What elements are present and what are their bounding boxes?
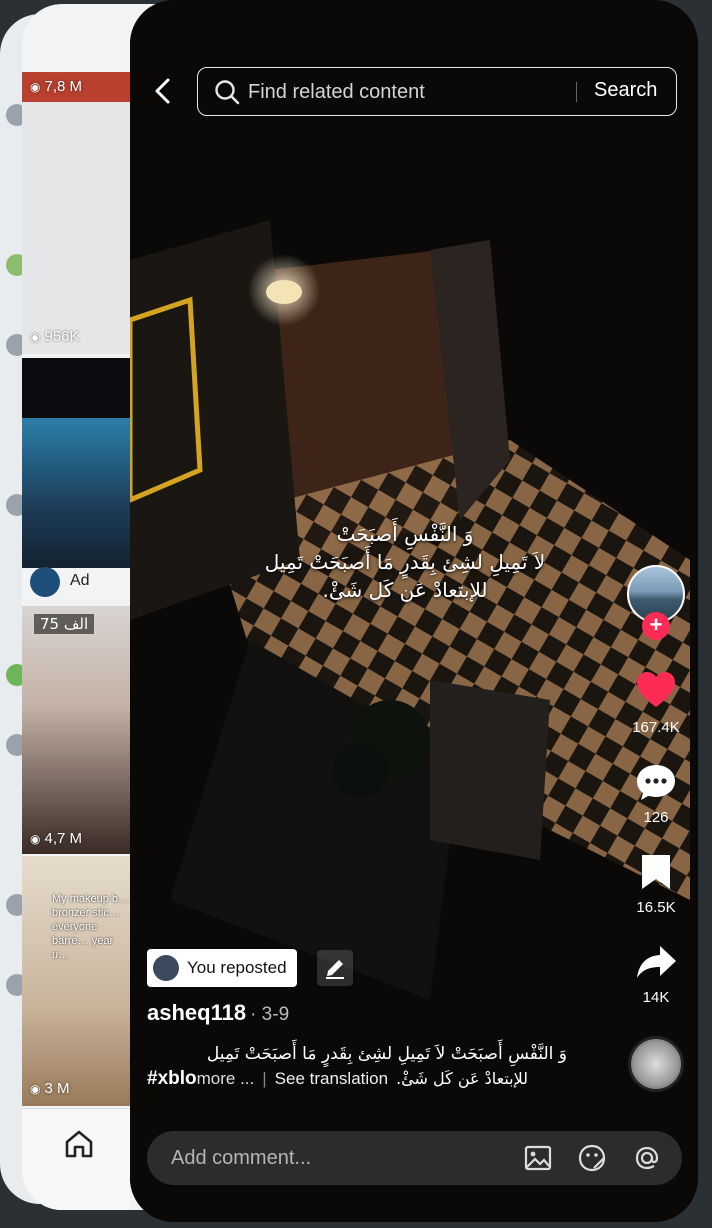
search-icon <box>215 80 240 105</box>
view-count: ◉ 3 M <box>30 1080 70 1097</box>
ad-tile[interactable]: Ad <box>22 358 130 604</box>
description-tail: للإبتعادْ عَن كَل شَئْ. <box>396 1069 529 1088</box>
more-link[interactable]: more ... <box>197 1069 255 1088</box>
eye-icon: ◉ <box>30 832 41 846</box>
repost-label: You reposted <box>187 958 287 977</box>
video-player-card[interactable]: Search وَ النَّفْسِ أَصبَحَتْ لاَ تَمِيل… <box>130 0 698 1222</box>
home-icon[interactable] <box>62 1127 96 1161</box>
ad-logo <box>30 567 60 597</box>
comment-button[interactable]: 126 <box>620 762 692 826</box>
comment-bar <box>147 1131 682 1185</box>
view-count: ◉ 956K <box>30 328 80 345</box>
ad-image <box>22 418 130 568</box>
eye-icon: ◉ <box>30 1082 41 1096</box>
share-icon <box>637 946 676 978</box>
repost-badge[interactable]: You reposted <box>147 949 297 987</box>
search-input[interactable] <box>248 79 568 105</box>
save-button[interactable]: 16.5K <box>620 852 692 916</box>
post-description: وَ النَّفْسِ أَصبَحَتْ لاَ تَمِيلِ لشِئ … <box>206 1044 567 1064</box>
like-button[interactable]: 167.4K <box>620 668 692 736</box>
follow-button[interactable]: + <box>642 612 670 640</box>
caption-line: للإبتعادْ عَن كَل شَئْ. <box>322 578 488 602</box>
heart-icon <box>637 672 675 707</box>
caption-line: لاَ تَمِيلِ لشِئ بِقَدرٍ مَا أَصبَحَتْ ت… <box>264 550 546 574</box>
separator: | <box>262 1069 267 1088</box>
image-icon[interactable] <box>523 1143 553 1173</box>
view-count: ◉ 4,7 M <box>30 830 82 847</box>
comment-input[interactable] <box>171 1144 501 1172</box>
view-count: ◉ 7,8 M <box>30 78 82 95</box>
author-line: asheq118 · 3-9 <box>147 1000 289 1026</box>
search-button[interactable]: Search <box>594 79 657 102</box>
pencil-icon <box>326 960 344 979</box>
comment-count: 126 <box>643 809 669 826</box>
share-button[interactable]: 14K <box>620 942 692 1006</box>
edit-repost-button[interactable] <box>317 950 353 986</box>
search-bar[interactable]: Search <box>197 67 677 116</box>
back-icon[interactable] <box>148 74 176 108</box>
share-count: 14K <box>642 989 670 1006</box>
ad-label: Ad <box>70 572 90 589</box>
eye-icon: ◉ <box>30 80 41 94</box>
comment-icon <box>637 765 675 800</box>
caption-line: وَ النَّفْسِ أَصبَحَتْ <box>336 522 474 546</box>
save-count: 16.5K <box>636 899 676 916</box>
music-disc-icon[interactable] <box>628 1036 684 1092</box>
post-description-tail: #xblomore ... | See translation للإبتعاد… <box>147 1068 567 1090</box>
feed-tile[interactable]: ◉ 7,8 M ◉ 956K <box>22 72 130 354</box>
author-username[interactable]: asheq118 <box>147 1000 246 1025</box>
bookmark-icon <box>642 855 670 889</box>
see-translation-link[interactable]: See translation <box>275 1069 388 1089</box>
feed-tile[interactable]: 75 الف ◉ 4,7 M <box>22 606 130 854</box>
mention-icon[interactable] <box>632 1143 662 1173</box>
tile-overlay-text: My makeup b… bronzer stic… everyone barr… <box>52 893 130 961</box>
video-caption: وَ النَّفْسِ أَصبَحَتْ لاَ تَمِيلِ لشِئ … <box>230 520 580 604</box>
search-divider <box>576 82 577 102</box>
eye-icon: ◉ <box>30 330 41 344</box>
avatar <box>153 955 179 981</box>
post-date: · 3-9 <box>250 1004 290 1025</box>
video-frame <box>130 0 698 1222</box>
bottom-nav <box>22 1108 130 1210</box>
emoji-icon[interactable] <box>577 1143 607 1173</box>
tile-badge: 75 الف <box>34 614 95 634</box>
ad-media-top <box>22 358 130 418</box>
hashtag-link[interactable]: #xblomore ... <box>147 1068 254 1090</box>
like-count: 167.4K <box>632 719 680 736</box>
feed-tile[interactable]: My makeup b… bronzer stic… everyone barr… <box>22 856 130 1106</box>
